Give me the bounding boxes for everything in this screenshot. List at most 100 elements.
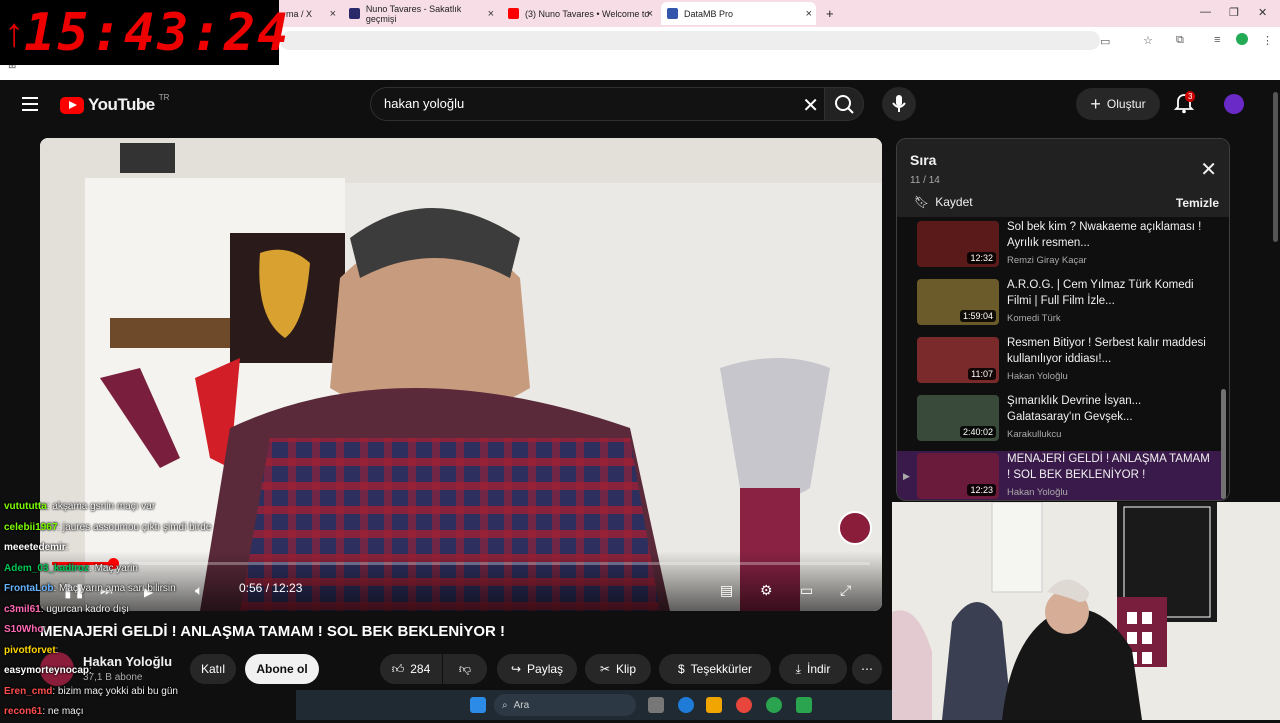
youtube-header: YouTube TR ✕ + Oluştur 3 xyxy=(0,80,1280,130)
chat-username: S10Who xyxy=(4,624,44,635)
bookmark-icon: 🔖︎ xyxy=(914,195,930,209)
plus-icon: + xyxy=(1090,93,1101,114)
minimize-icon[interactable]: — xyxy=(1200,6,1211,18)
playlist-header: Sıra 11 / 14 ✕ 🔖︎ Kaydet Temizle xyxy=(897,139,1229,217)
youtube-logo[interactable]: YouTube TR xyxy=(60,92,170,115)
playlist-item[interactable]: 12:32 Sol bek kim ? Nwakaeme açıklaması !… xyxy=(897,219,1223,277)
close-tab-icon[interactable]: × xyxy=(330,8,336,20)
playlist-item[interactable]: ▶ 12:23 MENAJERİ GELDİ ! ANLAŞMA TAMAM ! S… xyxy=(897,451,1223,500)
dislike-button[interactable]: 👎︎ xyxy=(443,654,487,684)
playlist-item[interactable]: 1:59:04 A.R.O.G. | Cem Yılmaz Türk Komedi… xyxy=(897,277,1223,335)
subtitles-icon[interactable]: ▤ xyxy=(720,582,733,599)
thanks-button[interactable]: $ Teşekkürler xyxy=(659,654,771,684)
edge-icon[interactable] xyxy=(678,697,694,713)
clip-button[interactable]: ✂ Klip xyxy=(585,654,651,684)
playlist-item-title[interactable]: MENAJERİ GELDİ ! ANLAŞMA TAMAM ! SOL BEK… xyxy=(1007,451,1212,483)
create-label: Oluştur xyxy=(1106,97,1146,111)
miniplayer-icon[interactable]: ▭ xyxy=(800,582,813,599)
close-tab-icon[interactable]: × xyxy=(647,8,653,20)
chat-message: pivotforvet: xyxy=(4,641,294,662)
logo-text: YouTube xyxy=(88,95,155,114)
extensions-icon[interactable]: ⧉ xyxy=(1176,34,1184,47)
chat-username: pivotforvet xyxy=(4,644,56,656)
windows-taskbar: ⌕ Ara xyxy=(296,690,892,720)
address-bar[interactable] xyxy=(280,31,1100,50)
share-button[interactable]: ↪ Paylaş xyxy=(497,654,577,684)
chat-username: celebii1967 xyxy=(4,521,58,533)
menu-hamburger-icon[interactable] xyxy=(22,97,38,111)
account-avatar[interactable] xyxy=(1224,94,1244,114)
chat-message: meeetedemir: xyxy=(4,538,294,559)
playlist-thumbnail[interactable]: 12:32 xyxy=(917,221,999,267)
country-code: TR xyxy=(158,92,170,102)
youtube-play-icon xyxy=(60,96,84,114)
close-tab-icon[interactable]: × xyxy=(488,8,494,20)
video-duration: 12:23 xyxy=(967,484,996,496)
search-input[interactable] xyxy=(384,96,784,111)
browser-tab-3[interactable]: (3) Nuno Tavares • Welcome to × xyxy=(502,2,657,25)
playlist-scrollbar[interactable] xyxy=(1221,219,1226,499)
tab-label: (3) Nuno Tavares • Welcome to xyxy=(525,8,650,19)
playlist-item-channel[interactable]: Karakullukcu xyxy=(1007,429,1061,440)
voice-search-button[interactable] xyxy=(882,87,916,121)
more-actions-button[interactable]: ⋯ xyxy=(852,654,882,684)
download-button[interactable]: ⤓ İndir xyxy=(779,654,847,684)
search-button[interactable] xyxy=(824,87,864,121)
playlist-thumbnail[interactable]: 2:40:02 xyxy=(917,395,999,441)
playlist-item-channel[interactable]: Hakan Yoloğlu xyxy=(1007,371,1068,382)
chat-message: Eren_cmd: bizim maç yokki abi bu gün xyxy=(4,682,294,703)
chrome-active-icon[interactable] xyxy=(766,697,782,713)
like-button[interactable]: 👍︎ 284 xyxy=(380,654,442,684)
chat-username: Adem_03_kadiroz xyxy=(4,562,90,574)
download-label: İndir xyxy=(806,662,831,676)
playlist-item-channel[interactable]: Komedi Türk xyxy=(1007,313,1061,324)
bookmark-star-icon[interactable]: ☆ xyxy=(1143,34,1153,47)
thumbs-up-icon: 👍︎ xyxy=(391,661,405,676)
profile-icon[interactable] xyxy=(1236,33,1248,45)
playlist-item-channel[interactable]: Hakan Yoloğlu xyxy=(1007,487,1068,498)
chrome-icon[interactable] xyxy=(736,697,752,713)
start-icon[interactable] xyxy=(470,697,486,713)
playlist-item-title[interactable]: Sol bek kim ? Nwakaeme açıklaması ! Ayrı… xyxy=(1007,219,1212,251)
new-tab-button[interactable]: + xyxy=(820,2,840,25)
file-explorer-icon[interactable] xyxy=(706,697,722,713)
clear-search-icon[interactable]: ✕ xyxy=(802,93,819,118)
fullscreen-icon[interactable]: ⤢ xyxy=(840,582,851,599)
screen-icon[interactable]: ▭ xyxy=(1100,35,1110,48)
taskbar-search[interactable]: ⌕ Ara xyxy=(494,694,636,716)
taskbar-search-placeholder: Ara xyxy=(513,699,530,711)
menu-dots-icon[interactable]: ⋮ xyxy=(1262,34,1273,47)
close-playlist-icon[interactable]: ✕ xyxy=(1200,157,1217,182)
clear-playlist-button[interactable]: Temizle xyxy=(1176,196,1219,210)
close-window-icon[interactable]: ✕ xyxy=(1258,6,1267,19)
playlist-item[interactable]: 2:40:02 Şımarıklık Devrine İsyan... Galat… xyxy=(897,393,1223,451)
create-button[interactable]: + Oluştur xyxy=(1076,88,1160,120)
playlist-item-title[interactable]: A.R.O.G. | Cem Yılmaz Türk Komedi Filmi … xyxy=(1007,277,1212,309)
microphone-icon xyxy=(892,95,906,112)
playlist-item-title[interactable]: Resmen Bitiyor ! Serbest kalır maddesi k… xyxy=(1007,335,1212,367)
task-view-icon[interactable] xyxy=(648,697,664,713)
search-icon xyxy=(835,95,854,114)
playlist-item-channel[interactable]: Remzi Giray Kaçar xyxy=(1007,255,1087,266)
chat-text: : bizim maç yokki abi bu gün xyxy=(52,685,178,697)
share-label: Paylaş xyxy=(527,662,564,676)
app-icon[interactable] xyxy=(796,697,812,713)
browser-tab-4[interactable]: DataMB Pro × xyxy=(661,2,816,25)
save-label: Kaydet xyxy=(935,195,973,209)
settings-icon[interactable]: ⚙ xyxy=(760,582,773,599)
save-playlist-button[interactable]: 🔖︎ Kaydet xyxy=(914,195,973,209)
search-box: ✕ xyxy=(370,87,825,121)
download-icon: ⤓ xyxy=(795,661,801,676)
playlist-item[interactable]: 11:07 Resmen Bitiyor ! Serbest kalır madd… xyxy=(897,335,1223,393)
playlist-thumbnail[interactable]: 11:07 xyxy=(917,337,999,383)
playlist-item-title[interactable]: Şımarıklık Devrine İsyan... Galatasaray'… xyxy=(1007,393,1212,425)
chat-message: recon61: ne maçı xyxy=(4,702,294,723)
video-duration: 11:07 xyxy=(968,368,996,380)
sidebar-icon[interactable]: ≡ xyxy=(1214,34,1220,46)
playlist-thumbnail[interactable]: 1:59:04 xyxy=(917,279,999,325)
browser-tab-2[interactable]: Nuno Tavares - Sakatlık geçmişi × xyxy=(343,2,498,25)
maximize-icon[interactable]: ❐ xyxy=(1229,6,1239,19)
now-playing-icon: ▶ xyxy=(903,471,910,481)
playlist-thumbnail[interactable]: 12:23 xyxy=(917,453,999,499)
close-tab-icon[interactable]: × xyxy=(806,8,812,20)
